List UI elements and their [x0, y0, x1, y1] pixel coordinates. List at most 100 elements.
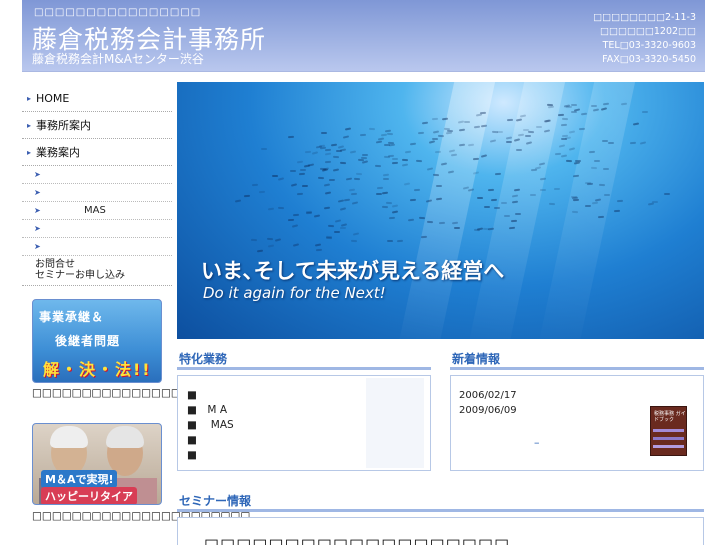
- seminar-heading: セミナー情報: [177, 492, 704, 512]
- phone-number: TEL□03-3320-9603: [602, 40, 696, 51]
- fish-shape: [386, 240, 393, 243]
- nav-contact[interactable]: お問合せ セミナーお申し込み: [22, 256, 172, 286]
- fish-shape: [234, 199, 242, 203]
- book-stripe: [653, 445, 684, 448]
- fish-shape: [527, 130, 534, 133]
- woman-hair: [106, 426, 144, 448]
- seminar-title[interactable]: □□□□□□□□□□□□□□□□□□□: [204, 535, 510, 545]
- nav-services[interactable]: 業務案内: [22, 139, 172, 166]
- nav-home[interactable]: HOME: [22, 85, 172, 112]
- fish-shape: [339, 226, 346, 229]
- succession-caption[interactable]: □□□□□□□□□□□□□□□□□□□□□□□□□□□□□□: [32, 386, 330, 400]
- fish-shape: [381, 191, 389, 195]
- fish-shape: [349, 150, 357, 154]
- fish-shape: [524, 134, 531, 137]
- nav-sub-item[interactable]: ➤: [22, 220, 172, 238]
- banner-line-1: M＆Aで実現!: [41, 470, 118, 488]
- fish-shape: [629, 142, 636, 145]
- fish-shape: [482, 227, 489, 230]
- fish-shape: [374, 165, 381, 168]
- nav-sub-item[interactable]: ➤: [22, 238, 172, 256]
- fish-shape: [377, 186, 384, 189]
- fish-shape: [291, 224, 298, 228]
- page: □□□□□□□□□□□□□□□□ 藤倉税務会計事務所 藤倉税務会計M&Aセンター…: [0, 0, 727, 545]
- fish-shape: [296, 160, 304, 163]
- header-address: □□□□□□□□2-11-3 □□□□□□1202□□ TEL□03-3320-…: [593, 11, 696, 67]
- fish-shape: [564, 136, 572, 140]
- fish-shape: [327, 224, 334, 227]
- fish-shape: [560, 154, 567, 158]
- fish-shape: [565, 159, 572, 162]
- fish-shape: [325, 160, 332, 164]
- fish-shape: [435, 184, 442, 187]
- fish-shape: [560, 124, 567, 127]
- fish-shape: [422, 122, 429, 125]
- fish-shape: [506, 141, 513, 144]
- fish-shape: [324, 152, 331, 156]
- fish-shape: [353, 177, 360, 181]
- fish-shape: [476, 196, 483, 199]
- fish-shape: [260, 147, 267, 151]
- book-image[interactable]: 税務事務 ガイドブック: [650, 406, 687, 456]
- retire-banner[interactable]: M＆Aで実現! ハッピーリタイア: [32, 423, 162, 505]
- retire-caption[interactable]: □□□□□□□□□□□□□□□□□□□□□□: [32, 509, 250, 523]
- nav-office[interactable]: 事務所案内: [22, 112, 172, 139]
- fish-shape: [335, 149, 342, 152]
- fish-shape: [616, 199, 624, 203]
- address-line-1: □□□□□□□□2-11-3: [593, 12, 696, 23]
- fish-shape: [368, 127, 375, 130]
- fish-shape: [568, 147, 576, 151]
- fish-shape: [301, 185, 308, 188]
- news-link[interactable]: –: [534, 436, 540, 449]
- fish-shape: [251, 183, 258, 186]
- specialty-item[interactable]: ■: [187, 433, 234, 448]
- fish-shape: [332, 156, 339, 159]
- fish-shape: [392, 204, 399, 208]
- fish-shape: [570, 110, 577, 114]
- man-hair: [50, 426, 88, 448]
- fish-shape: [592, 107, 599, 112]
- sidebar-nav: HOME 事務所案内 業務案内 ➤ ➤ ➤MAS ➤ ➤ お問合せ セミナーお申…: [22, 85, 172, 286]
- fish-shape: [468, 143, 475, 146]
- fish-shape: [318, 176, 325, 179]
- fish-shape: [511, 219, 518, 222]
- arrow-icon: ➤: [34, 224, 41, 233]
- specialty-item[interactable]: ■ M A: [187, 403, 234, 418]
- fish-shape: [340, 222, 348, 227]
- news-date: 2009/06/09: [459, 405, 517, 416]
- fish-shape: [648, 202, 655, 206]
- fax-number: FAX□03-3320-5450: [602, 54, 696, 65]
- nav-sub-item[interactable]: ➤: [22, 166, 172, 184]
- specialty-item[interactable]: ■ MAS: [187, 418, 234, 433]
- fish-shape: [432, 117, 439, 121]
- fish-shape: [382, 206, 389, 209]
- succession-banner[interactable]: 事業承継＆ 後継者問題 解・決・法!!: [32, 299, 162, 383]
- fish-shape: [558, 113, 565, 117]
- fish-shape: [410, 198, 417, 202]
- fish-shape: [530, 194, 537, 197]
- specialty-item[interactable]: ■: [187, 448, 234, 463]
- fish-shape: [312, 151, 319, 155]
- hero-image: いま､そして未来が見える経営へ Do it again for the Next…: [177, 82, 704, 339]
- nav-sub-item[interactable]: ➤: [22, 184, 172, 202]
- fish-shape: [507, 119, 514, 122]
- fish-shape: [555, 152, 562, 156]
- nav-sub-item-mas[interactable]: ➤ MAS: [22, 202, 172, 220]
- fish-shape: [420, 235, 427, 238]
- fish-shape: [291, 183, 298, 187]
- specialty-item[interactable]: ■: [187, 388, 234, 403]
- fish-shape: [494, 206, 501, 209]
- fish-shape: [426, 167, 433, 171]
- fish-shape: [251, 238, 258, 242]
- banner-line-2: ハッピーリタイア: [41, 487, 137, 504]
- fish-shape: [352, 201, 359, 205]
- fish-shape: [300, 168, 307, 171]
- fish-shape: [313, 214, 320, 218]
- fish-shape: [362, 160, 369, 164]
- fish-shape: [473, 170, 480, 175]
- fish-shape: [437, 134, 444, 137]
- fish-shape: [381, 133, 388, 137]
- book-title: 税務事務 ガイドブック: [654, 411, 686, 423]
- fish-shape: [348, 188, 356, 192]
- fish-shape: [288, 136, 295, 139]
